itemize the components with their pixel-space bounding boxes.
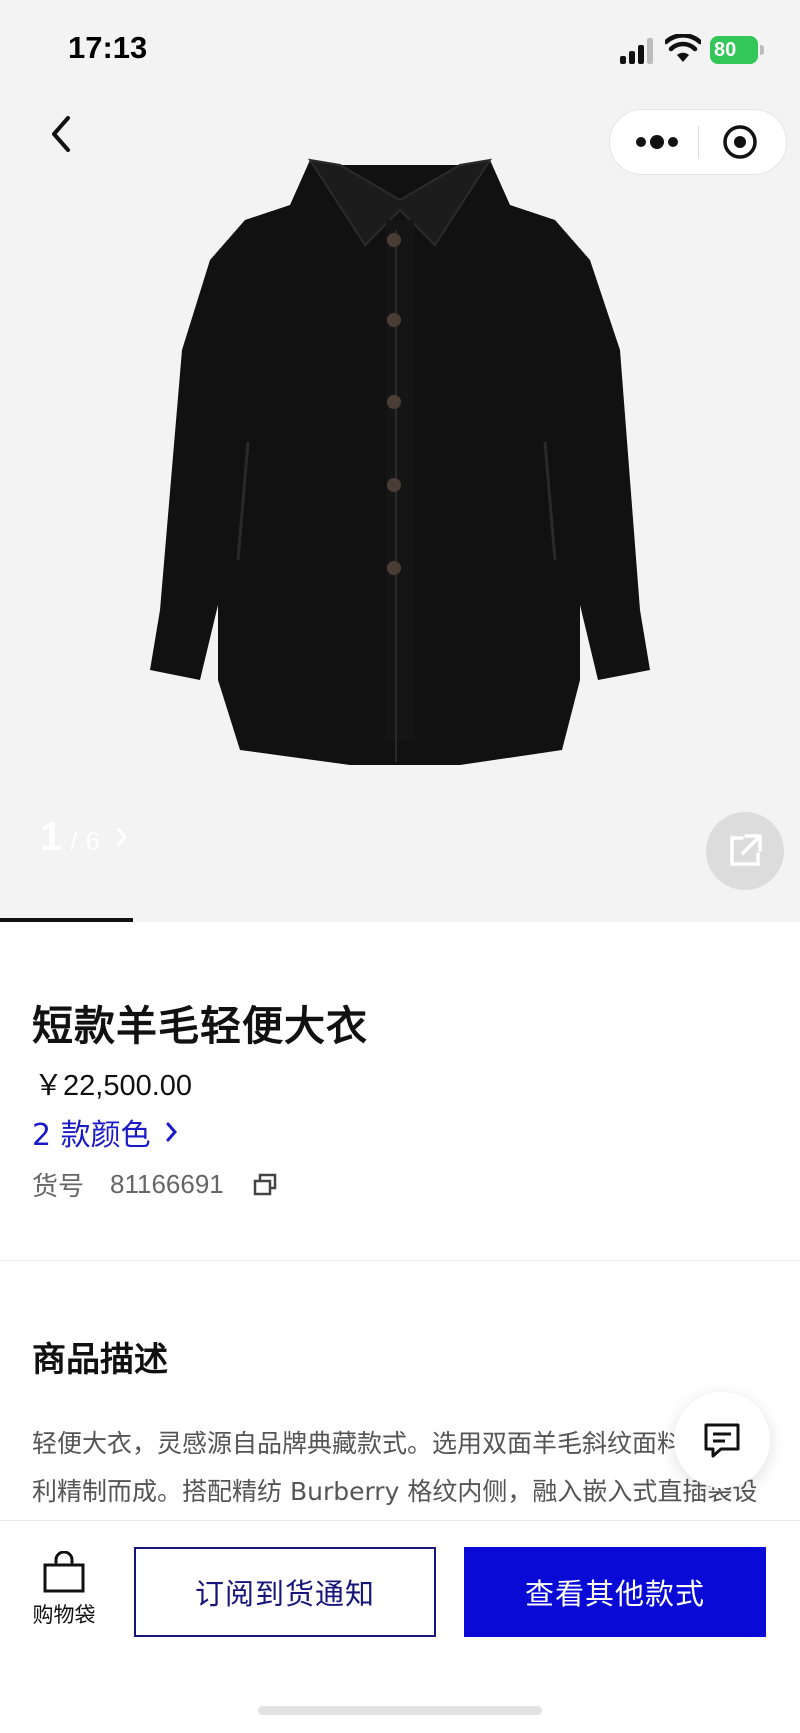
image-counter-separator: / [70,826,78,856]
status-bar: 17:13 80 [0,0,800,100]
product-gallery[interactable]: 17:13 80 1 / 6 [0,0,800,922]
gallery-progress-track [0,918,800,922]
home-indicator [258,1706,542,1715]
close-target-icon[interactable] [722,124,758,160]
battery-level: 80 [714,38,737,61]
image-counter[interactable]: 1 / 6 [40,815,130,860]
share-button[interactable] [706,812,784,890]
sku-value: 81166691 [110,1169,224,1199]
chevron-right-icon [116,827,127,847]
status-time: 17:13 [68,30,148,65]
share-icon [730,834,762,866]
shopping-bag-icon [43,1551,85,1593]
chevron-right-icon [166,1122,177,1142]
notify-restock-button[interactable]: 订阅到货通知 [134,1547,436,1637]
battery-indicator: 80 [710,36,764,64]
wifi-icon [665,34,701,62]
color-options-link[interactable]: 2 款颜色 [32,1110,179,1154]
view-other-styles-button[interactable]: 查看其他款式 [464,1547,766,1637]
gallery-progress-fill [0,918,133,922]
copy-icon[interactable] [252,1172,278,1198]
chat-icon [704,1423,740,1458]
coat-product-image [150,158,650,765]
product-price: ￥22,500.00 [34,1070,193,1102]
capsule-divider [698,126,699,158]
back-arrow-icon[interactable] [40,108,84,160]
signal-icon [620,38,656,64]
shopping-bag-label: 购物袋 [32,1603,96,1627]
customer-service-button[interactable] [674,1392,770,1488]
description-heading: 商品描述 [32,1340,168,1380]
image-counter-current: 1 [40,815,63,859]
shopping-bag-button[interactable]: 购物袋 [22,1551,106,1629]
sku-row: 货号 81166691 [32,1166,278,1203]
product-title: 短款羊毛轻便大衣 [32,1002,368,1050]
bottom-action-bar: 购物袋 订阅到货通知 查看其他款式 [0,1520,800,1733]
section-divider [0,1260,800,1261]
color-options-label: 2 款颜色 [32,1118,151,1153]
image-counter-total: 6 [85,826,100,856]
sku-label: 货号 [32,1172,85,1202]
